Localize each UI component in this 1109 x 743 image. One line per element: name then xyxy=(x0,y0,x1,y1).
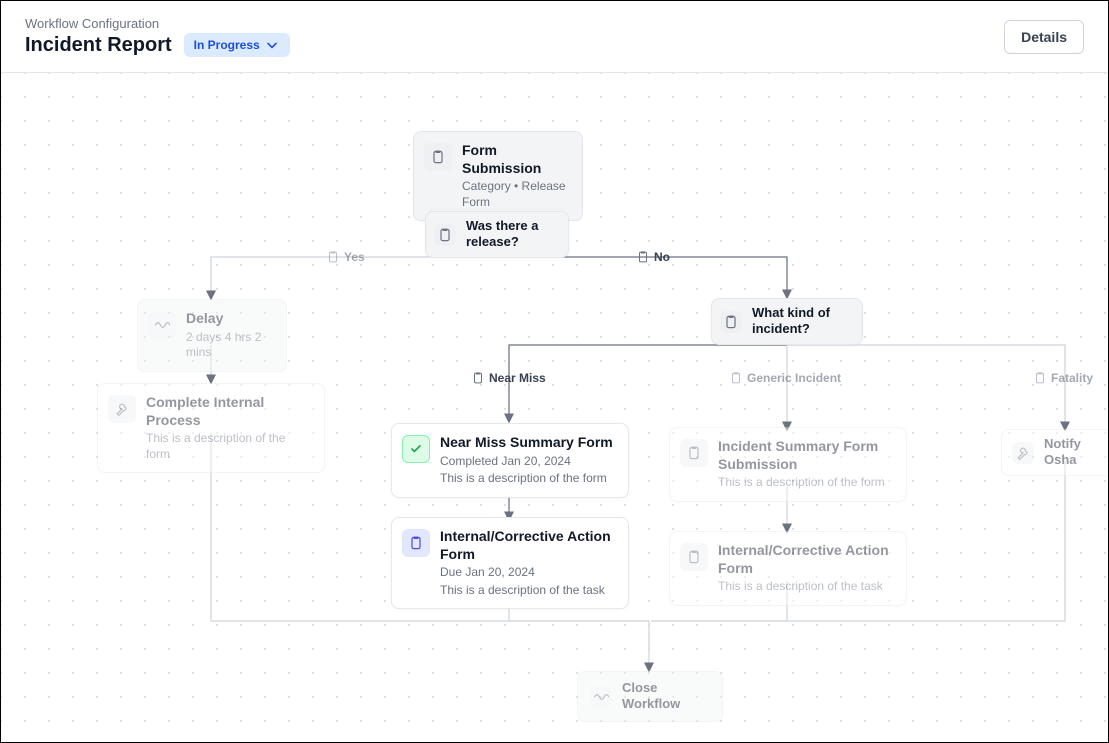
branch-label-generic: Generic Incident xyxy=(729,371,841,385)
node-close-workflow[interactable]: Close Workflow xyxy=(577,671,723,722)
node-title: Complete Internal Process xyxy=(146,394,310,429)
clipboard-icon xyxy=(720,311,742,333)
clipboard-icon xyxy=(1033,371,1047,385)
workflow-canvas[interactable]: Yes No Near Miss Generic Incident Fatali… xyxy=(1,73,1108,742)
node-desc: This is a description of the task xyxy=(440,583,614,599)
branch-label-near-miss: Near Miss xyxy=(471,371,546,385)
clipboard-icon xyxy=(680,439,708,467)
node-form-submission[interactable]: Form Submission Category • Release Form xyxy=(413,131,583,221)
node-title: Internal/Corrective Action Form xyxy=(718,542,892,577)
node-incident-kind[interactable]: What kind of incident? xyxy=(711,298,863,345)
node-subtitle: 2 days 4 hrs 2 mins xyxy=(186,330,272,361)
node-corrective-2[interactable]: Internal/Corrective Action Form This is … xyxy=(669,531,907,606)
clipboard-icon xyxy=(434,224,456,246)
node-title: Form Submission xyxy=(462,142,568,177)
clipboard-icon xyxy=(471,371,485,385)
branch-label-fatality: Fatality xyxy=(1033,371,1093,385)
clipboard-icon xyxy=(680,543,708,571)
node-title: Internal/Corrective Action Form xyxy=(440,528,614,563)
chevron-down-icon xyxy=(264,37,280,53)
node-title: Near Miss Summary Form xyxy=(440,434,613,452)
check-icon xyxy=(402,435,430,463)
node-desc: This is a description of the form xyxy=(146,431,310,462)
clipboard-icon xyxy=(424,143,452,171)
status-dropdown[interactable]: In Progress xyxy=(184,33,290,57)
node-title: Delay xyxy=(186,310,272,328)
page-title: Incident Report xyxy=(25,34,172,57)
node-delay[interactable]: Delay 2 days 4 hrs 2 mins xyxy=(137,299,287,372)
node-near-miss-form[interactable]: Near Miss Summary Form Completed Jan 20,… xyxy=(391,423,629,498)
clipboard-icon xyxy=(402,529,430,557)
status-label: In Progress xyxy=(194,38,260,52)
wave-icon xyxy=(148,311,176,339)
clipboard-icon xyxy=(636,250,650,264)
branch-label-no: No xyxy=(636,250,670,264)
wrench-icon xyxy=(1012,442,1034,464)
wave-icon xyxy=(590,686,612,708)
node-desc: This is a description of the task xyxy=(718,579,892,595)
header: Workflow Configuration Incident Report I… xyxy=(1,1,1108,73)
node-title: Close Workflow xyxy=(622,680,710,713)
node-title: Notify Osha xyxy=(1044,436,1108,469)
node-title: Incident Summary Form Submission xyxy=(718,438,892,473)
node-complete-internal[interactable]: Complete Internal Process This is a desc… xyxy=(97,383,325,473)
node-subtitle: Due Jan 20, 2024 xyxy=(440,565,614,581)
node-title: Was there a release? xyxy=(466,218,556,251)
node-title: What kind of incident? xyxy=(752,305,850,338)
node-subtitle: Category • Release Form xyxy=(462,179,568,210)
node-notify-osha[interactable]: Notify Osha xyxy=(1001,429,1108,476)
node-release-question[interactable]: Was there a release? xyxy=(425,211,569,258)
breadcrumb: Workflow Configuration xyxy=(25,16,290,31)
node-corrective-1[interactable]: Internal/Corrective Action Form Due Jan … xyxy=(391,517,629,609)
node-desc: This is a description of the form xyxy=(440,471,613,487)
clipboard-icon xyxy=(326,250,340,264)
details-button[interactable]: Details xyxy=(1004,20,1084,54)
node-subtitle: Completed Jan 20, 2024 xyxy=(440,454,613,470)
branch-label-yes: Yes xyxy=(326,250,365,264)
node-incident-summary[interactable]: Incident Summary Form Submission This is… xyxy=(669,427,907,502)
wrench-icon xyxy=(108,395,136,423)
clipboard-icon xyxy=(729,371,743,385)
node-desc: This is a description of the form xyxy=(718,475,892,491)
